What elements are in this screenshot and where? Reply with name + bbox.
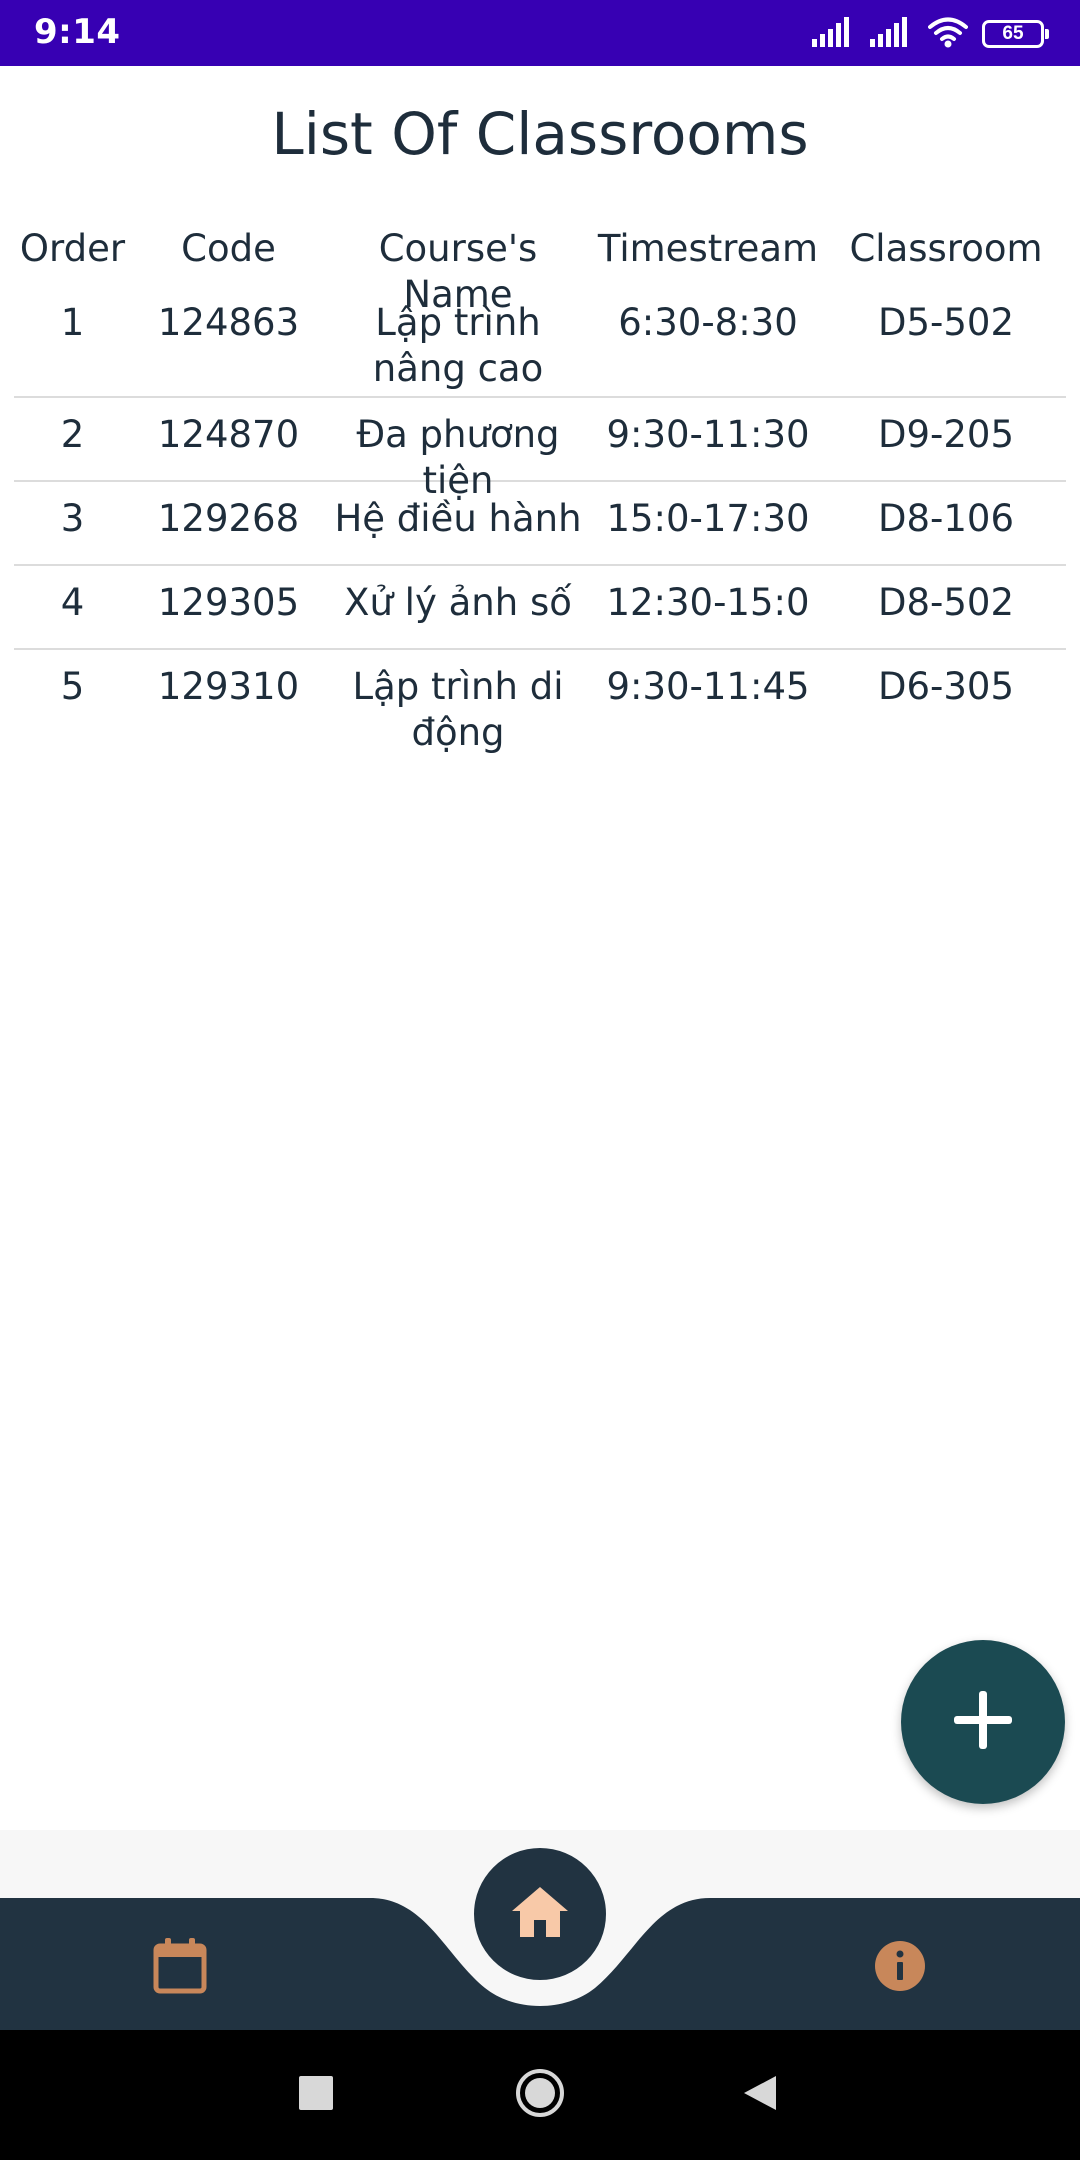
cell-classroom: D8-502 [877,581,1014,624]
page-title: List Of Classrooms [271,100,809,168]
wifi-icon [928,16,968,53]
cell-classroom: D9-205 [877,413,1014,456]
system-back-button[interactable] [700,2030,820,2160]
battery-level: 65 [1002,23,1024,44]
recent-apps-button[interactable] [256,2030,376,2160]
cell-code: 124863 [157,301,300,344]
cell-classroom: D6-305 [877,665,1014,708]
app-screen: 9:14 65 List Of Classrooms Order Code Co… [0,0,1080,2160]
table-row[interactable]: 1 124863 Lập trình nâng cao 6:30-8:30 D5… [14,292,1066,398]
header-classroom: Classroom [849,227,1043,270]
cell-course-name: Hệ điều hành [334,497,582,540]
table-header-row: Order Code Course's Name Timestream Clas… [14,220,1066,316]
cell-code: 129268 [157,497,300,540]
cell-course-name: Xử lý ảnh số [344,581,572,624]
status-icons: 65 [812,14,1049,54]
cell-course-name: Lập trình di động [352,665,564,754]
plus-icon [948,1685,1018,1760]
signal-icon [870,16,914,52]
system-home-button[interactable] [480,2030,600,2160]
cell-order: 1 [60,301,85,344]
cell-timestream: 9:30-11:30 [606,413,810,456]
header-order: Order [19,227,126,270]
status-time: 9:14 [34,12,121,52]
cell-code: 124870 [157,413,300,456]
home-icon [508,1883,572,1946]
cell-classroom: D8-106 [877,497,1014,540]
cell-classroom: D5-502 [877,301,1014,344]
nav-home-button[interactable] [474,1848,606,1980]
status-bar: 9:14 65 [0,0,1080,66]
cell-order: 5 [60,665,85,708]
recent-apps-icon [299,2075,333,2115]
cell-order: 4 [60,581,85,624]
battery-icon: 65 [982,20,1049,48]
cell-course-name: Lập trình nâng cao [372,301,544,390]
calendar-icon [152,1937,208,2000]
cell-timestream: 6:30-8:30 [618,301,798,344]
nav-info-button[interactable] [860,1930,940,2006]
back-icon [742,2074,778,2117]
cell-course-name: Đa phương tiện [356,413,560,502]
info-icon [873,1939,927,1998]
add-classroom-button[interactable] [901,1640,1065,1804]
cell-code: 129305 [157,581,300,624]
table-row[interactable]: 2 124870 Đa phương tiện 9:30-11:30 D9-20… [14,398,1066,502]
table-row[interactable]: 4 129305 Xử lý ảnh số 12:30-15:0 D8-502 [14,566,1066,650]
nav-calendar-button[interactable] [140,1930,220,2006]
header-code: Code [181,227,276,270]
cell-order: 3 [60,497,85,540]
header-timestream: Timestream [597,227,819,270]
cell-timestream: 9:30-11:45 [606,665,810,708]
cell-code: 129310 [157,665,300,708]
system-nav-bar [0,2030,1080,2160]
cell-timestream: 15:0-17:30 [606,497,810,540]
signal-icon [812,16,856,52]
cell-order: 2 [60,413,85,456]
table-row[interactable]: 5 129310 Lập trình di động 9:30-11:45 D6… [14,650,1066,760]
classroom-table: Order Code Course's Name Timestream Clas… [14,220,1066,760]
cell-timestream: 12:30-15:0 [606,581,810,624]
home-circle-icon [514,2067,566,2124]
